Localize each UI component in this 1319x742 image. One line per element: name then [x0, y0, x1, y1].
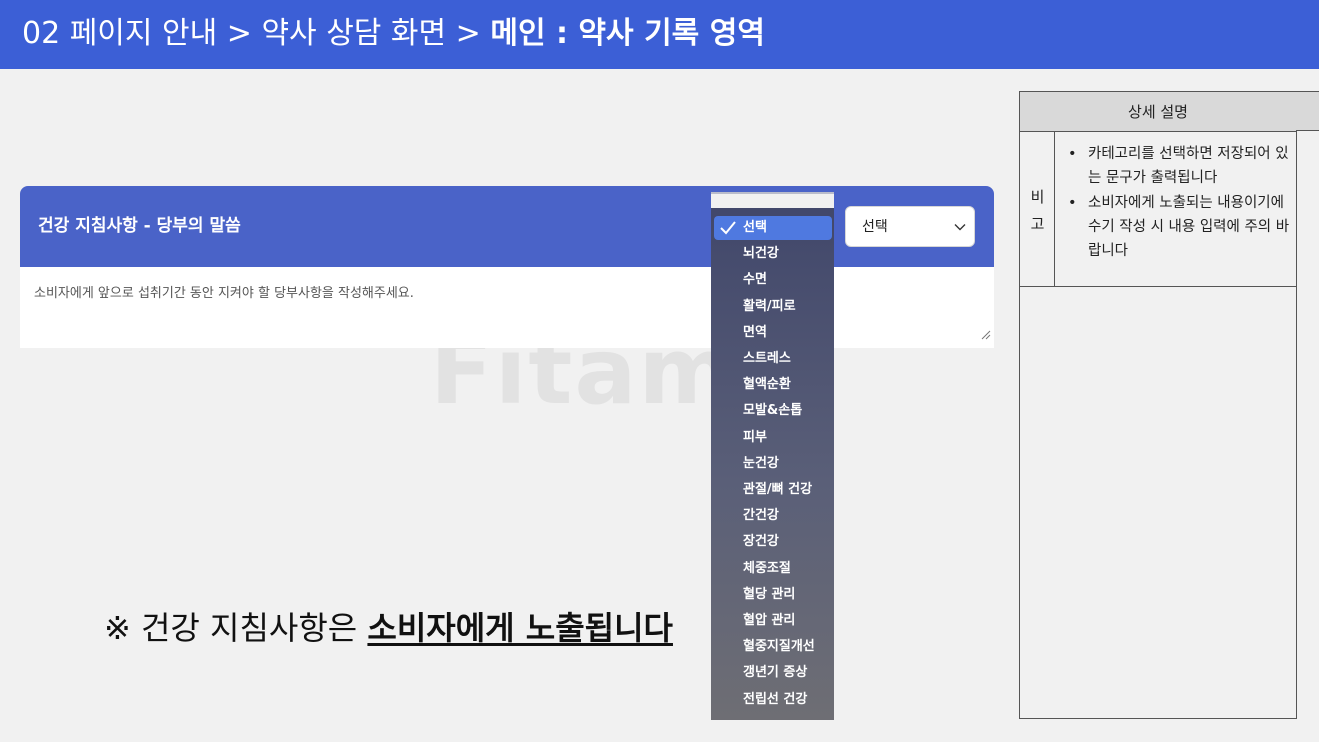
table-right-edge [1296, 91, 1319, 131]
dropdown-option[interactable]: 관절/뼈 건강 [714, 478, 832, 502]
dropdown-option-label: 눈건강 [743, 455, 779, 471]
category-dropdown-list[interactable]: 선택뇌건강수면활력/피로면역스트레스혈액순환모발&손톱피부눈건강관절/뼈 건강간… [711, 192, 834, 720]
dropdown-option-label: 활력/피로 [743, 298, 796, 314]
checkmark-icon [720, 221, 736, 235]
category-select[interactable]: 선택 [845, 206, 975, 247]
guidance-textarea[interactable]: 소비자에게 앞으로 섭취기간 동안 지켜야 할 당부사항을 작성해주세요. [20, 267, 994, 348]
dropdown-option[interactable]: 선택 [714, 216, 832, 240]
dropdown-option[interactable]: 면역 [714, 321, 832, 345]
dropdown-option-label: 수면 [743, 272, 767, 288]
dropdown-option-label: 면역 [743, 324, 767, 340]
dropdown-option[interactable]: 눈건강 [714, 452, 832, 476]
dropdown-option-label: 혈당 관리 [743, 586, 796, 602]
remark-item-text: 소비자에게 노출되는 내용이기에 수기 작성 시 내용 입력에 주의 바랍니다 [1088, 195, 1290, 259]
dropdown-option[interactable]: 모발&손톱 [714, 399, 832, 423]
dropdown-option[interactable]: 뇌건강 [714, 242, 832, 266]
note-prefix: ※ 건강 지침사항은 [104, 609, 368, 647]
breadcrumb-path: 02 페이지 안내 > 약사 상담 화면 > [22, 16, 491, 51]
remarks-content: • 카테고리를 선택하면 저장되어 있는 문구가 출력됩니다 • 소비자에게 노… [1056, 132, 1296, 287]
dropdown-option-label: 피부 [743, 429, 767, 445]
dropdown-option[interactable]: 간건강 [714, 504, 832, 528]
bullet-mark: • [1068, 146, 1077, 162]
description-header: 상세 설명 [1020, 92, 1296, 132]
dropdown-option[interactable]: 혈액순환 [714, 373, 832, 397]
dropdown-option-label: 갱년기 증상 [743, 665, 808, 681]
dropdown-option[interactable]: 피부 [714, 426, 832, 450]
dropdown-option-label: 혈액순환 [743, 377, 791, 393]
panel-title: 건강 지침사항 - 당부의 말씀 [38, 216, 241, 236]
remarks-label-char-2: 고 [1030, 215, 1045, 233]
description-header-text: 상세 설명 [1128, 103, 1188, 121]
dropdown-option[interactable]: 활력/피로 [714, 295, 832, 319]
dropdown-option-label: 체중조절 [743, 560, 791, 576]
dropdown-option[interactable]: 혈압 관리 [714, 609, 832, 633]
dropdown-option[interactable]: 전립선 건강 [714, 688, 832, 712]
dropdown-option[interactable]: 갱년기 증상 [714, 661, 832, 685]
dropdown-option[interactable]: 혈당 관리 [714, 583, 832, 607]
resize-handle-icon[interactable] [981, 330, 991, 340]
dropdown-option-label: 혈압 관리 [743, 613, 796, 628]
dropdown-option-label: 장건강 [743, 534, 779, 550]
dropdown-option-label: 모발&손톱 [743, 403, 803, 419]
exposure-note: ※ 건강 지침사항은 소비자에게 노출됩니다 [104, 608, 673, 648]
remarks-row: 비 고 • 카테고리를 선택하면 저장되어 있는 문구가 출력됩니다 • 소비자… [1020, 132, 1296, 287]
dropdown-option-label: 관절/뼈 건강 [743, 482, 813, 497]
dropdown-option[interactable]: 혈중지질개선 [714, 635, 832, 659]
dropdown-option[interactable]: 스트레스 [714, 347, 832, 371]
dropdown-option[interactable]: 체중조절 [714, 557, 832, 581]
breadcrumb-current: 메인 : 약사 기록 영역 [490, 16, 765, 51]
dropdown-option-label: 혈중지질개선 [743, 639, 815, 655]
panel-header: 건강 지침사항 - 당부의 말씀 선택 [20, 186, 994, 267]
dropdown-option[interactable]: 수면 [714, 268, 832, 292]
chevron-down-icon [954, 224, 966, 231]
page-header-bar: 02 페이지 안내 > 약사 상담 화면 > 메인 : 약사 기록 영역 [0, 0, 1319, 69]
category-select-value: 선택 [862, 219, 888, 235]
remarks-label-char-1: 비 [1030, 188, 1045, 206]
bullet-mark: • [1068, 195, 1077, 211]
dropdown-option-label: 선택 [743, 220, 767, 235]
remark-item-text: 카테고리를 선택하면 저장되어 있는 문구가 출력됩니다 [1088, 146, 1289, 186]
dropdown-option-label: 전립선 건강 [743, 691, 808, 707]
note-emphasis: 소비자에게 노출됩니다 [367, 609, 673, 647]
dropdown-option-label: 뇌건강 [743, 246, 779, 262]
remarks-label: 비 고 [1020, 132, 1055, 287]
dropdown-option[interactable]: 장건강 [714, 530, 832, 554]
dropdown-option-label: 스트레스 [743, 351, 791, 366]
page-breadcrumb: 02 페이지 안내 > 약사 상담 화면 > 메인 : 약사 기록 영역 [22, 14, 765, 54]
dropdown-option-label: 간건강 [743, 508, 779, 524]
dropdown-top-gap [711, 194, 834, 208]
detail-description-table: 상세 설명 비 고 • 카테고리를 선택하면 저장되어 있는 문구가 출력됩니다… [1019, 91, 1297, 719]
health-guidance-panel: 건강 지침사항 - 당부의 말씀 선택 소비자에게 앞으로 섭취기간 동안 지켜… [20, 186, 994, 348]
textarea-placeholder: 소비자에게 앞으로 섭취기간 동안 지켜야 할 당부사항을 작성해주세요. [34, 286, 414, 301]
